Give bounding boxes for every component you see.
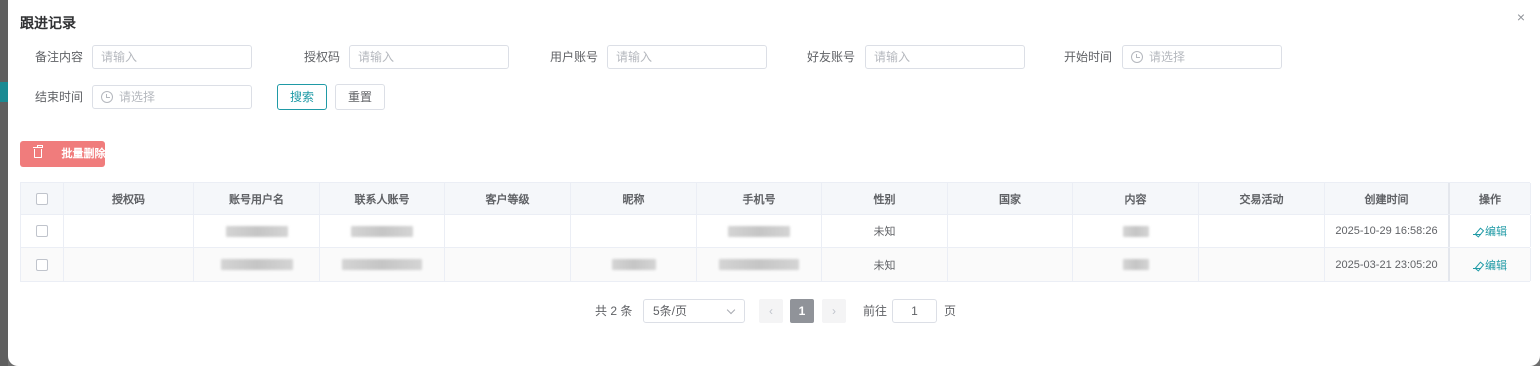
user-account-input[interactable] bbox=[607, 45, 767, 69]
column-header: 操作 bbox=[1450, 183, 1531, 214]
redacted-value bbox=[719, 259, 799, 270]
column-header: 交易活动 bbox=[1199, 183, 1325, 214]
column-header: 账号用户名 bbox=[194, 183, 320, 214]
page-suffix: 页 bbox=[944, 304, 957, 318]
username-cell bbox=[194, 215, 320, 247]
edit-icon bbox=[1473, 261, 1481, 269]
select-all-cell bbox=[21, 183, 64, 214]
auth-code-label: 授权码 bbox=[303, 50, 340, 64]
close-icon[interactable]: × bbox=[1514, 10, 1528, 24]
row-checkbox[interactable] bbox=[36, 258, 48, 271]
trash-icon bbox=[33, 145, 43, 158]
level-cell bbox=[445, 248, 571, 281]
edit-button[interactable]: 编辑 bbox=[1473, 257, 1507, 273]
column-header: 手机号 bbox=[697, 183, 822, 214]
redacted-value bbox=[220, 259, 293, 270]
edit-label: 编辑 bbox=[1485, 259, 1507, 272]
page-size-value: 5条/页 bbox=[653, 304, 688, 318]
chevron-down-icon bbox=[726, 305, 736, 315]
remark-label: 备注内容 bbox=[34, 50, 83, 64]
column-header: 客户等级 bbox=[445, 183, 571, 214]
start-time-label: 开始时间 bbox=[1063, 50, 1112, 64]
filter-row-2: 结束时间 bbox=[8, 85, 1540, 109]
auth-code-input[interactable] bbox=[349, 45, 509, 69]
country-cell bbox=[948, 215, 1073, 247]
column-header: 昵称 bbox=[571, 183, 697, 214]
country-cell bbox=[948, 248, 1073, 281]
redacted-value bbox=[611, 259, 656, 270]
row-select-cell bbox=[21, 248, 64, 281]
auth-code-cell bbox=[64, 248, 194, 281]
column-header: 内容 bbox=[1073, 183, 1199, 214]
pagination-total: 共 2 条 bbox=[595, 304, 633, 318]
backdrop bbox=[0, 0, 8, 366]
content-cell bbox=[1073, 248, 1199, 281]
auth-code-cell bbox=[64, 215, 194, 247]
username-cell bbox=[194, 248, 320, 281]
redacted-value bbox=[342, 259, 422, 270]
trade-cell bbox=[1199, 248, 1325, 281]
dialog-title: 跟进记录 bbox=[20, 15, 76, 31]
nickname-cell bbox=[571, 215, 697, 247]
created-time-cell: 2025-03-21 23:05:20 bbox=[1325, 248, 1450, 281]
reset-button[interactable]: 重置 bbox=[335, 84, 386, 110]
friend-account-label: 好友账号 bbox=[806, 50, 855, 64]
select-all-checkbox[interactable] bbox=[36, 192, 48, 205]
remark-input[interactable] bbox=[92, 45, 252, 69]
page-button-current[interactable]: 1 bbox=[790, 299, 814, 323]
end-time-label: 结束时间 bbox=[34, 90, 83, 104]
prev-page-button[interactable]: ‹ bbox=[759, 299, 783, 323]
table-row: 未知 2025-03-21 23:05:20 编辑 bbox=[21, 248, 1531, 281]
column-header: 性别 bbox=[822, 183, 948, 214]
edit-label: 编辑 bbox=[1485, 226, 1507, 238]
action-cell: 编辑 bbox=[1450, 248, 1531, 281]
clock-icon bbox=[1131, 51, 1143, 63]
friend-account-input[interactable] bbox=[865, 45, 1025, 69]
row-select-cell bbox=[21, 215, 64, 247]
batch-delete-button[interactable]: 批量删除 bbox=[20, 141, 106, 167]
batch-delete-label: 批量删除 bbox=[61, 148, 106, 160]
table-row: 未知 2025-10-29 16:58:26 编辑 bbox=[21, 215, 1531, 248]
redacted-value bbox=[728, 225, 790, 237]
start-time-picker[interactable] bbox=[1122, 45, 1282, 69]
created-time-cell: 2025-10-29 16:58:26 bbox=[1325, 215, 1450, 247]
action-cell: 编辑 bbox=[1450, 215, 1531, 247]
edit-button[interactable]: 编辑 bbox=[1473, 223, 1507, 239]
phone-cell bbox=[697, 248, 822, 281]
redacted-value bbox=[1122, 225, 1149, 237]
redacted-value bbox=[351, 225, 413, 237]
row-checkbox[interactable] bbox=[36, 225, 48, 237]
end-time-picker[interactable] bbox=[92, 85, 252, 109]
records-table: 授权码 账号用户名 联系人账号 客户等级 昵称 手机号 性别 国家 内容 交易活… bbox=[20, 182, 1531, 282]
goto-page-input[interactable] bbox=[892, 299, 937, 323]
contact-cell bbox=[320, 248, 445, 281]
column-header: 创建时间 bbox=[1325, 183, 1450, 214]
table-header: 授权码 账号用户名 联系人账号 客户等级 昵称 手机号 性别 国家 内容 交易活… bbox=[21, 183, 1531, 215]
nickname-cell bbox=[571, 248, 697, 281]
redacted-value bbox=[225, 225, 288, 237]
filter-row-1: 备注内容 授权码 用户账号 好友账号 开始时间 bbox=[8, 45, 1540, 69]
gender-cell: 未知 bbox=[822, 215, 948, 247]
contact-cell bbox=[320, 215, 445, 247]
gender-cell: 未知 bbox=[822, 248, 948, 281]
search-button[interactable]: 搜索 bbox=[277, 84, 328, 110]
level-cell bbox=[445, 215, 571, 247]
content-cell bbox=[1073, 215, 1199, 247]
redacted-value bbox=[1122, 259, 1149, 270]
clock-icon bbox=[101, 91, 113, 103]
goto-label: 前往 bbox=[863, 304, 888, 318]
page-size-select[interactable]: 5条/页 bbox=[643, 299, 745, 323]
trade-cell bbox=[1199, 215, 1325, 247]
follow-up-dialog: 跟进记录 × 备注内容 授权码 用户账号 好友账号 开始时间 结束时间 bbox=[8, 0, 1540, 366]
backdrop-tab bbox=[0, 82, 8, 102]
column-header: 授权码 bbox=[64, 183, 194, 214]
user-account-label: 用户账号 bbox=[549, 50, 598, 64]
edit-icon bbox=[1473, 227, 1481, 235]
next-page-button[interactable]: › bbox=[822, 299, 846, 323]
column-header: 联系人账号 bbox=[320, 183, 445, 214]
column-header: 国家 bbox=[948, 183, 1073, 214]
phone-cell bbox=[697, 215, 822, 247]
